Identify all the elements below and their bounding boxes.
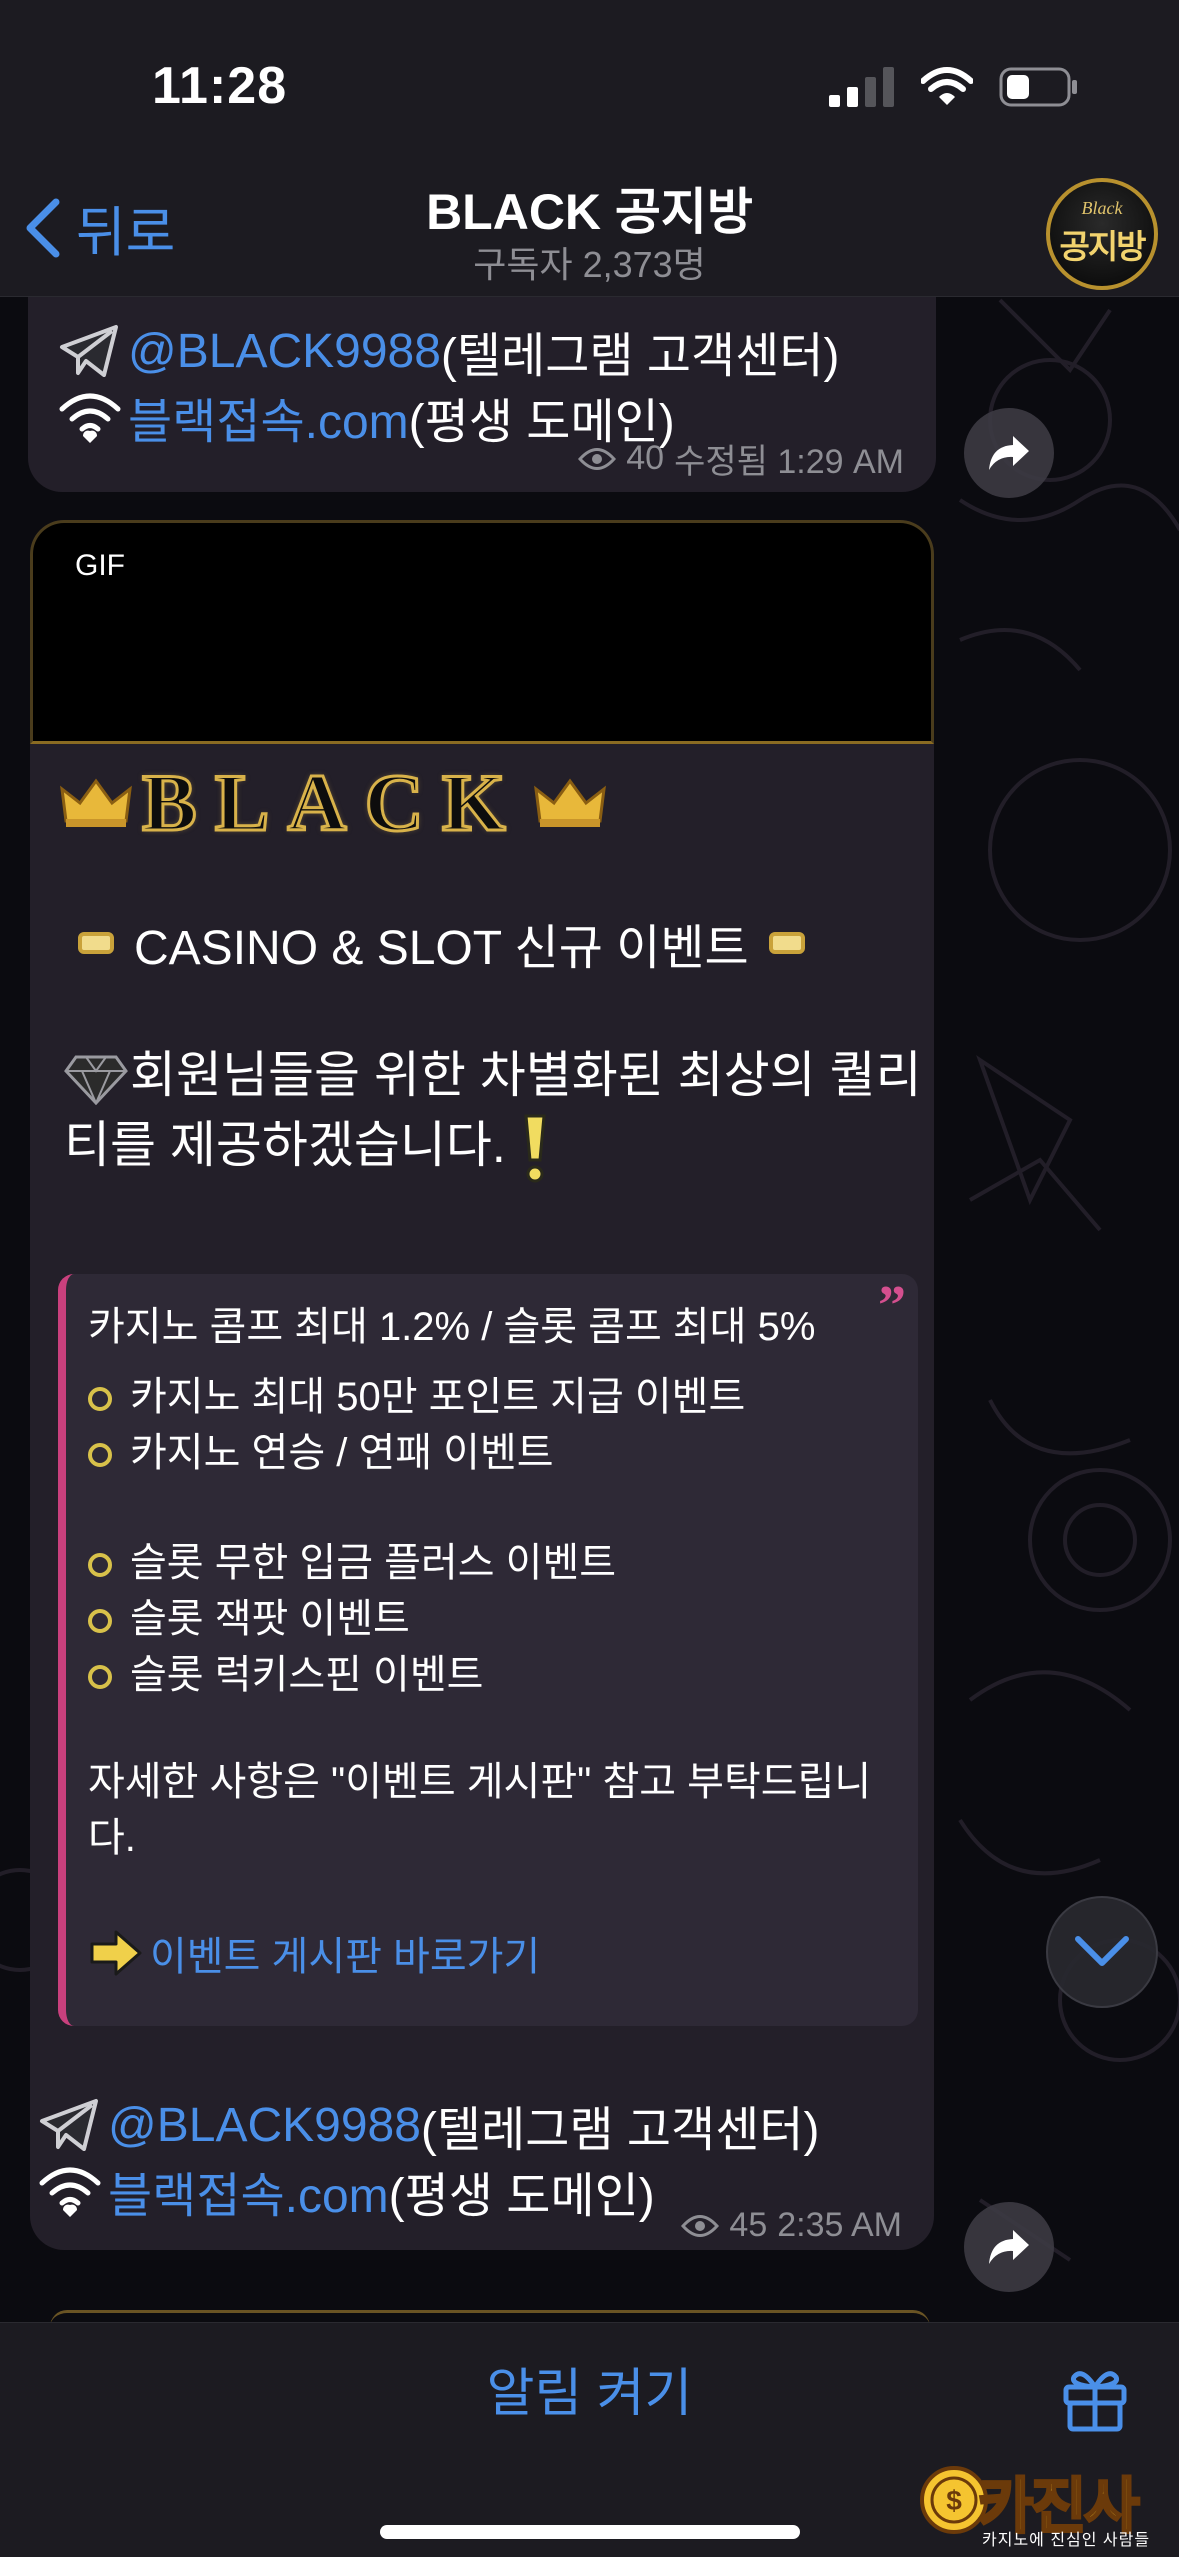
list-item-text: 슬롯 잭팟 이벤트	[130, 1597, 410, 1641]
wifi-icon	[59, 393, 121, 443]
list-item: 카지노 연승 / 연패 이벤트	[78, 1420, 554, 1478]
eye-icon	[681, 2214, 720, 2237]
chat-title[interactable]: BLACK 공지방	[0, 172, 1179, 244]
bullet-icon	[88, 1443, 112, 1468]
eye-icon	[578, 447, 617, 470]
bullet-icon	[88, 1609, 112, 1634]
event-title: CASINO & SLOT 신규 이벤트	[78, 908, 805, 978]
avatar-small-text: Black	[1081, 198, 1123, 218]
channel-avatar[interactable]: Black 공지방	[1046, 178, 1158, 290]
next-message-edge	[50, 2310, 930, 2322]
svg-text:$: $	[946, 2485, 962, 2516]
gif-label: GIF	[75, 549, 125, 582]
logo-text: BLACK	[141, 756, 524, 850]
telegram-icon	[40, 2099, 98, 2151]
message-meta: 40 수정됨 1:29 AM	[578, 434, 904, 483]
arrow-right-icon	[90, 1930, 142, 1976]
wifi-icon	[921, 67, 973, 105]
telegram-contact-line: @BLACK9988 (텔레그램 고객센터)	[38, 2090, 820, 2160]
intro-text: 회원님들을 위한 차별화된 최상의 퀄리티를 제공하겠습니다.	[64, 1040, 924, 1184]
bar-icon	[78, 932, 114, 954]
wifi-icon	[39, 2167, 101, 2217]
comp-line: 카지노 콤프 최대 1.2% / 슬롯 콤프 최대 5%	[88, 1305, 816, 1349]
list-item-text: 카지노 연승 / 연패 이벤트	[130, 1431, 554, 1475]
avatar-main-text: 공지방	[1059, 228, 1146, 265]
telegram-desc: (텔레그램 고객센터)	[420, 2104, 820, 2157]
message-meta: 45 2:35 AM	[681, 2206, 902, 2245]
bullet-icon	[88, 1387, 112, 1412]
message-feed[interactable]: @BLACK9988 (텔레그램 고객센터) 블랙접속.com (평생 도메인)…	[0, 296, 1179, 2322]
message-bubble[interactable]: GIF BLACK CASINO & SLOT 신규 이벤트 회원님들을 위한 …	[30, 520, 934, 2250]
cellular-signal-icon	[829, 67, 894, 107]
event-quote-block: ” 카지노 콤프 최대 1.2% / 슬롯 콤프 최대 5% 카지노 최대 50…	[58, 1274, 918, 2026]
list-item-text: 카지노 최대 50만 포인트 지급 이벤트	[130, 1375, 746, 1419]
domain-desc: (평생 도메인)	[388, 2170, 655, 2223]
share-arrow-icon	[989, 2230, 1029, 2264]
event-board-link-text[interactable]: 이벤트 게시판 바로가기	[150, 1924, 540, 1982]
detail-text: 자세한 사항은 "이벤트 게시판" 참고 부탁드립니다.	[88, 1760, 872, 1860]
status-icons	[829, 62, 1079, 112]
black-logo: BLACK	[60, 756, 606, 850]
telegram-icon	[60, 325, 118, 377]
status-time: 11:28	[152, 57, 288, 115]
message-time: 수정됨 1:29 AM	[674, 443, 904, 481]
share-arrow-icon	[989, 436, 1029, 470]
gem-icon	[64, 1055, 128, 1106]
view-count: 40	[626, 439, 665, 477]
status-bar: 11:28	[0, 0, 1179, 170]
notifications-toggle-button[interactable]: 알림 켜기	[0, 2351, 1179, 2426]
telegram-desc: (텔레그램 고객센터)	[440, 330, 840, 383]
view-count: 45	[729, 2206, 768, 2244]
bullet-icon	[88, 1665, 112, 1690]
watermark-subtext: 카지노에 진심인 사람들	[982, 2532, 1151, 2549]
telegram-contact-line: @BLACK9988 (텔레그램 고객센터)	[58, 316, 840, 386]
chevron-down-icon	[1075, 1936, 1129, 1966]
list-item-text: 슬롯 무한 입금 플러스 이벤트	[130, 1541, 617, 1585]
list-item: 슬롯 럭키스핀 이벤트	[78, 1642, 483, 1700]
bar-icon	[768, 932, 805, 954]
subscriber-count: 구독자 2,373명	[473, 244, 706, 285]
crown-icon	[533, 778, 606, 827]
list-item: 카지노 최대 50만 포인트 지급 이벤트	[78, 1364, 745, 1422]
list-item: 슬롯 무한 입금 플러스 이벤트	[78, 1530, 616, 1588]
exclamation-icon	[524, 1114, 546, 1183]
message-bubble[interactable]: @BLACK9988 (텔레그램 고객센터) 블랙접속.com (평생 도메인)…	[28, 296, 936, 492]
intro-body: 회원님들을 위한 차별화된 최상의 퀄리티를 제공하겠습니다.	[64, 1047, 922, 1173]
domain-link[interactable]: 블랙접속.com	[108, 2156, 389, 2226]
telegram-handle-link[interactable]: @BLACK9988	[108, 2098, 421, 2153]
bullet-icon	[88, 1553, 112, 1578]
watermark-logo: $ 카진사 카지노에 진심인 사람들	[918, 2452, 1178, 2556]
forward-button[interactable]	[964, 2202, 1054, 2292]
gift-icon[interactable]	[1060, 2363, 1130, 2433]
domain-line: 블랙접속.com (평생 도메인)	[38, 2156, 655, 2226]
gif-media[interactable]: GIF	[30, 520, 934, 744]
list-item-text: 슬롯 럭키스핀 이벤트	[130, 1653, 484, 1697]
home-indicator	[380, 2525, 800, 2539]
domain-link[interactable]: 블랙접속.com	[128, 382, 409, 452]
message-time: 2:35 AM	[777, 2206, 902, 2244]
scroll-to-bottom-button[interactable]	[1046, 1896, 1158, 2008]
event-title-text: CASINO & SLOT 신규 이벤트	[134, 922, 749, 975]
forward-button[interactable]	[964, 408, 1054, 498]
list-item: 슬롯 잭팟 이벤트	[78, 1586, 410, 1644]
telegram-handle-link[interactable]: @BLACK9988	[128, 324, 441, 379]
battery-icon	[999, 67, 1077, 107]
event-board-link[interactable]: 이벤트 게시판 바로가기	[88, 1924, 540, 1982]
crown-icon	[60, 778, 132, 827]
quote-icon: ”	[878, 1275, 906, 1337]
